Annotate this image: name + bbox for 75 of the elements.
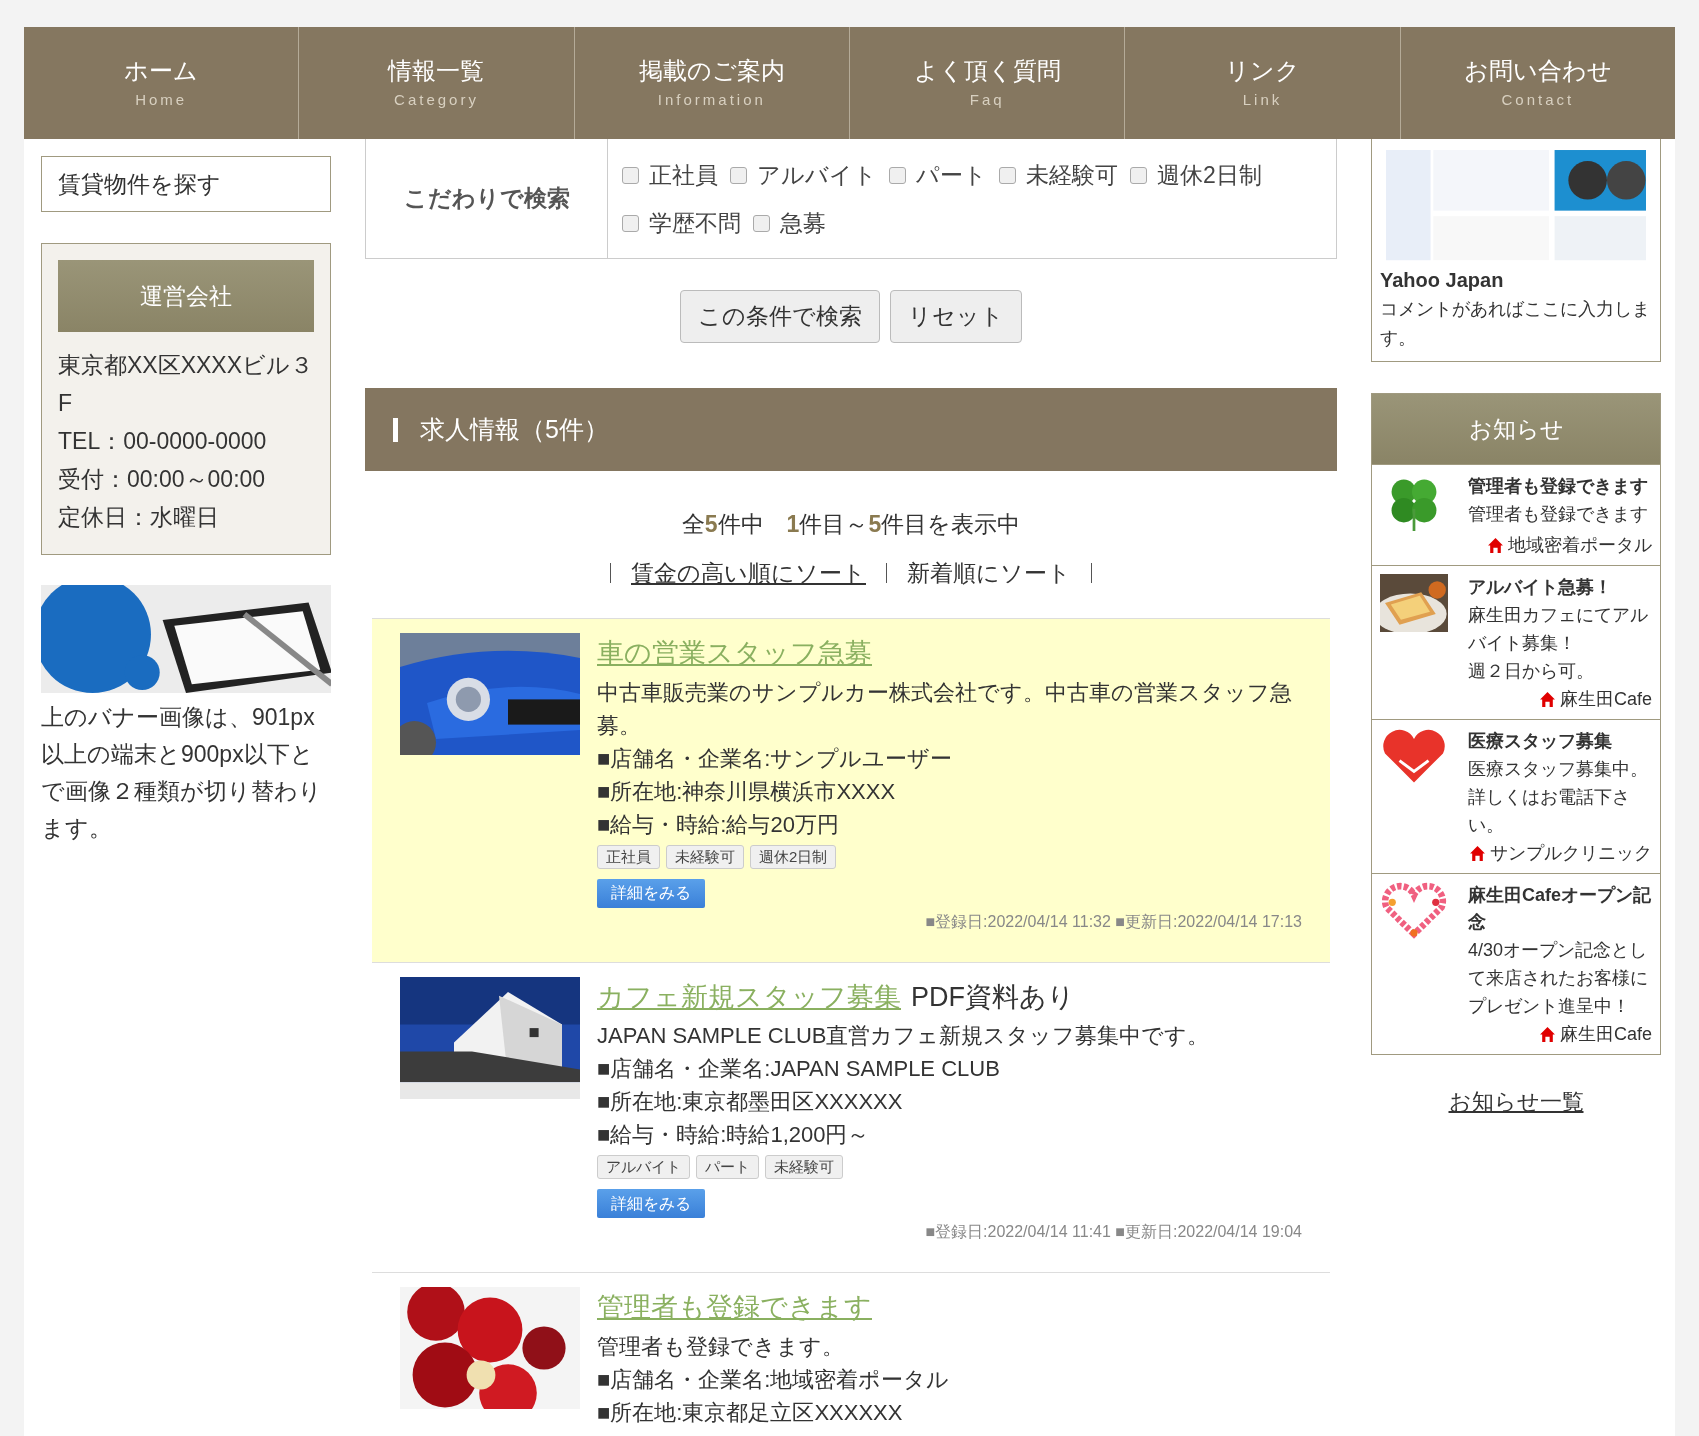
news-title: 医療スタッフ募集 xyxy=(1468,730,1613,753)
job-tag: アルバイト xyxy=(597,1155,690,1179)
reset-button[interactable]: リセット xyxy=(890,290,1022,343)
nav-item[interactable]: よく頂く質問 Faq xyxy=(850,27,1126,139)
news-list-link[interactable]: お知らせ一覧 xyxy=(1448,1089,1584,1114)
news-title: 麻生田Cafeオープン記念 xyxy=(1468,884,1652,934)
nav-item[interactable]: ホーム Home xyxy=(24,27,300,139)
news-body: 4/30オープン記念として来店されたお客様にプレゼント進呈中！ xyxy=(1468,939,1649,1018)
company-title: 運営会社 xyxy=(58,260,314,332)
banner-caption: 上のバナー画像は、901px以上の端末と900px以下とで画像２種類が切り替わります。 xyxy=(41,703,323,843)
news-item[interactable]: 管理者も登録できます 管理者も登録できます 地域密着ポータル xyxy=(1372,464,1660,565)
home-icon xyxy=(1538,1025,1556,1043)
divider-mark xyxy=(886,562,887,583)
search-label: こだわりで検索 xyxy=(366,139,608,258)
job-dates: ■登録日:2022/04/14 11:41 ■更新日:2022/04/14 19:04 xyxy=(924,1222,1302,1242)
filter-checkbox[interactable]: 急募 xyxy=(753,199,826,247)
section-title: 求人情報（5件） xyxy=(420,413,609,445)
filter-checkbox[interactable]: 未経験可 xyxy=(999,151,1118,199)
link-title[interactable]: Yahoo Japan xyxy=(1380,265,1652,295)
company-info: 受付：00:00～00:00 xyxy=(58,465,267,494)
job-description: 中古車販売業のサンプルカー株式会社です。中古車の営業スタッフ急募。 xyxy=(597,678,1293,740)
divider-mark xyxy=(610,562,611,583)
nav-item[interactable]: お問い合わせ Contact xyxy=(1400,27,1675,139)
news-body: 管理者も登録できます xyxy=(1468,503,1649,526)
news-body: 麻生田カフェにてアルバイト募集！ xyxy=(1468,604,1649,655)
home-icon xyxy=(1487,536,1504,554)
home-icon xyxy=(1469,844,1486,862)
job-info: ■店舗名・企業名:サンプルユーザー xyxy=(597,744,954,773)
news-source: 麻生田Cafe xyxy=(1559,1023,1652,1046)
filter-checkbox[interactable]: 学歴不問 xyxy=(622,199,741,247)
job-tag: パート xyxy=(696,1155,759,1179)
news-item[interactable]: 麻生田Cafeオープン記念 4/30オープン記念として来店されたお客様にプレゼント進呈中！ 麻生田Cafe xyxy=(1372,873,1660,1054)
header-bar-icon xyxy=(393,417,398,442)
job-info: ■所在地:東京都足立区XXXXXX xyxy=(597,1398,904,1427)
sort-link[interactable]: 賃金の高い順にソート xyxy=(631,555,866,590)
job-tag: 未経験可 xyxy=(666,844,744,869)
job-info: ■所在地:東京都墨田区XXXXXX xyxy=(597,1088,904,1116)
filter-checkbox[interactable]: アルバイト xyxy=(730,151,877,199)
menu-item[interactable]: 賃貸物件を探す xyxy=(41,156,331,212)
job-info: ■給与・時給:給与20万円 xyxy=(597,810,840,839)
news-body: 医療スタッフ募集中。詳しくはお電話下さい。 xyxy=(1468,758,1649,837)
home-icon xyxy=(1538,690,1556,708)
company-info: 東京都XX区XXXXビル３F xyxy=(58,351,314,418)
job-description: 管理者も登録できます。 xyxy=(597,1332,845,1361)
job-description: JAPAN SAMPLE CLUB直営カフェ新規スタッフ募集中です。 xyxy=(597,1022,1211,1050)
search-button[interactable]: この条件で検索 xyxy=(680,290,880,343)
news-source: 地域密着ポータル xyxy=(1508,534,1652,557)
news-title: アルバイト急募！ xyxy=(1468,576,1613,599)
sort-link[interactable]: 新着順にソート xyxy=(907,555,1071,590)
job-info: ■給与・時給:時給1,200円～ xyxy=(597,1121,871,1149)
filter-checkbox[interactable]: 正社員 xyxy=(622,151,718,199)
filter-checkbox[interactable]: パート xyxy=(889,151,987,199)
news-title: 管理者も登録できます xyxy=(1468,475,1649,498)
news-item[interactable]: 医療スタッフ募集 医療スタッフ募集中。詳しくはお電話下さい。 サンプルクリニック xyxy=(1372,719,1660,873)
company-info: TEL：00-0000-0000 xyxy=(58,427,268,456)
filter-checkbox[interactable]: 週休2日制 xyxy=(1130,151,1262,199)
nav-item[interactable]: 情報一覧 Category xyxy=(299,27,575,139)
company-info: 定休日：水曜日 xyxy=(58,503,220,532)
job-tag: 週休2日制 xyxy=(750,844,837,869)
news-header: お知らせ xyxy=(1372,394,1660,464)
divider-mark xyxy=(1091,562,1092,583)
news-item[interactable]: アルバイト急募！ 麻生田カフェにてアルバイト募集！ 週２日から可。 麻生田Cafe xyxy=(1372,565,1660,719)
news-body: 週２日から可。 xyxy=(1468,660,1595,683)
pdf-note: PDF資料あり xyxy=(911,980,1075,1014)
job-info: ■所在地:神奈川県横浜市XXXX xyxy=(597,777,897,806)
job-dates: ■登録日:2022/04/14 11:32 ■更新日:2022/04/14 17:13 xyxy=(924,911,1302,932)
job-tag: 正社員 xyxy=(597,844,660,869)
result-count: 全5件中 1件目～5件目を表示中 xyxy=(680,510,1022,539)
news-source: 麻生田Cafe xyxy=(1559,688,1652,711)
job-info: ■店舗名・企業名:地域密着ポータル xyxy=(597,1365,951,1394)
job-info: ■店舗名・企業名:JAPAN SAMPLE CLUB xyxy=(597,1055,1001,1083)
job-tag: 未経験可 xyxy=(765,1155,843,1179)
news-source: サンプルクリニック xyxy=(1490,842,1652,865)
link-comment: コメントがあればここに入力します。 xyxy=(1380,298,1651,350)
nav-item[interactable]: 掲載のご案内 Information xyxy=(574,27,850,139)
